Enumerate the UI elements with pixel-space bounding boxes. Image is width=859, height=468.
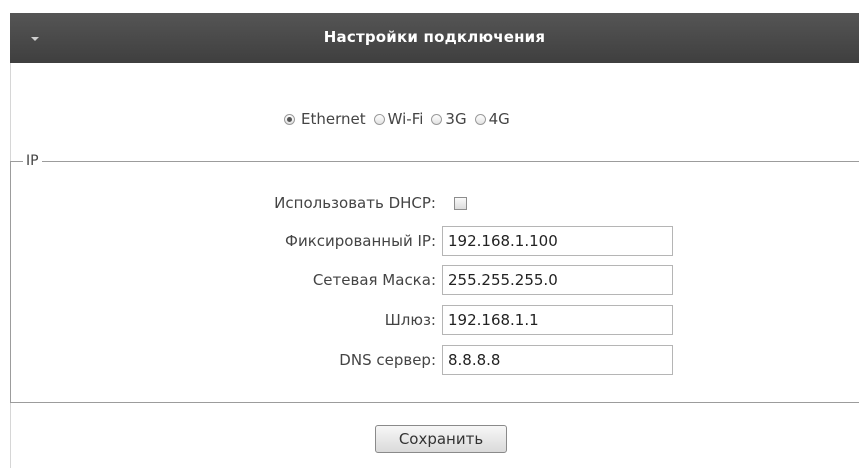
- radio-4g[interactable]: [474, 113, 486, 125]
- radio-label-ethernet: Ethernet: [301, 110, 366, 128]
- dhcp-label: Использовать DHCP:: [274, 194, 436, 212]
- dns-input[interactable]: [442, 345, 673, 375]
- panel-header[interactable]: Настройки подключения: [10, 13, 859, 63]
- radio-3g[interactable]: [431, 113, 443, 125]
- gateway-input[interactable]: [442, 305, 673, 335]
- radio-option-3g[interactable]: 3G: [431, 110, 467, 128]
- radio-option-ethernet[interactable]: Ethernet: [284, 110, 366, 128]
- fixed-ip-label: Фиксированный IP:: [285, 232, 436, 250]
- ip-fieldset-legend: IP: [26, 153, 39, 169]
- gateway-label: Шлюз:: [384, 311, 436, 329]
- radio-ethernet[interactable]: [284, 113, 295, 125]
- panel-title: Настройки подключения: [323, 28, 546, 46]
- netmask-row: Сетевая Маска:: [10, 265, 673, 295]
- dns-label: DNS сервер:: [339, 351, 436, 369]
- radio-label-wifi: Wi-Fi: [387, 110, 424, 128]
- netmask-label: Сетевая Маска:: [312, 271, 436, 289]
- fixed-ip-input[interactable]: [442, 226, 673, 256]
- dhcp-row: Использовать DHCP:: [10, 188, 467, 218]
- radio-wifi[interactable]: [373, 113, 385, 125]
- save-button[interactable]: Сохранить: [375, 425, 507, 453]
- radio-option-4g[interactable]: 4G: [474, 110, 510, 128]
- radio-option-wifi[interactable]: Wi-Fi: [373, 110, 424, 128]
- fixed-ip-row: Фиксированный IP:: [10, 226, 673, 256]
- dns-row: DNS сервер:: [10, 345, 673, 375]
- radio-label-3g: 3G: [445, 110, 467, 128]
- netmask-input[interactable]: [442, 265, 673, 295]
- gateway-row: Шлюз:: [10, 305, 673, 335]
- connection-type-group: Ethernet Wi-Fi 3G 4G: [284, 108, 518, 130]
- radio-label-4g: 4G: [488, 110, 510, 128]
- dhcp-checkbox[interactable]: [454, 196, 467, 210]
